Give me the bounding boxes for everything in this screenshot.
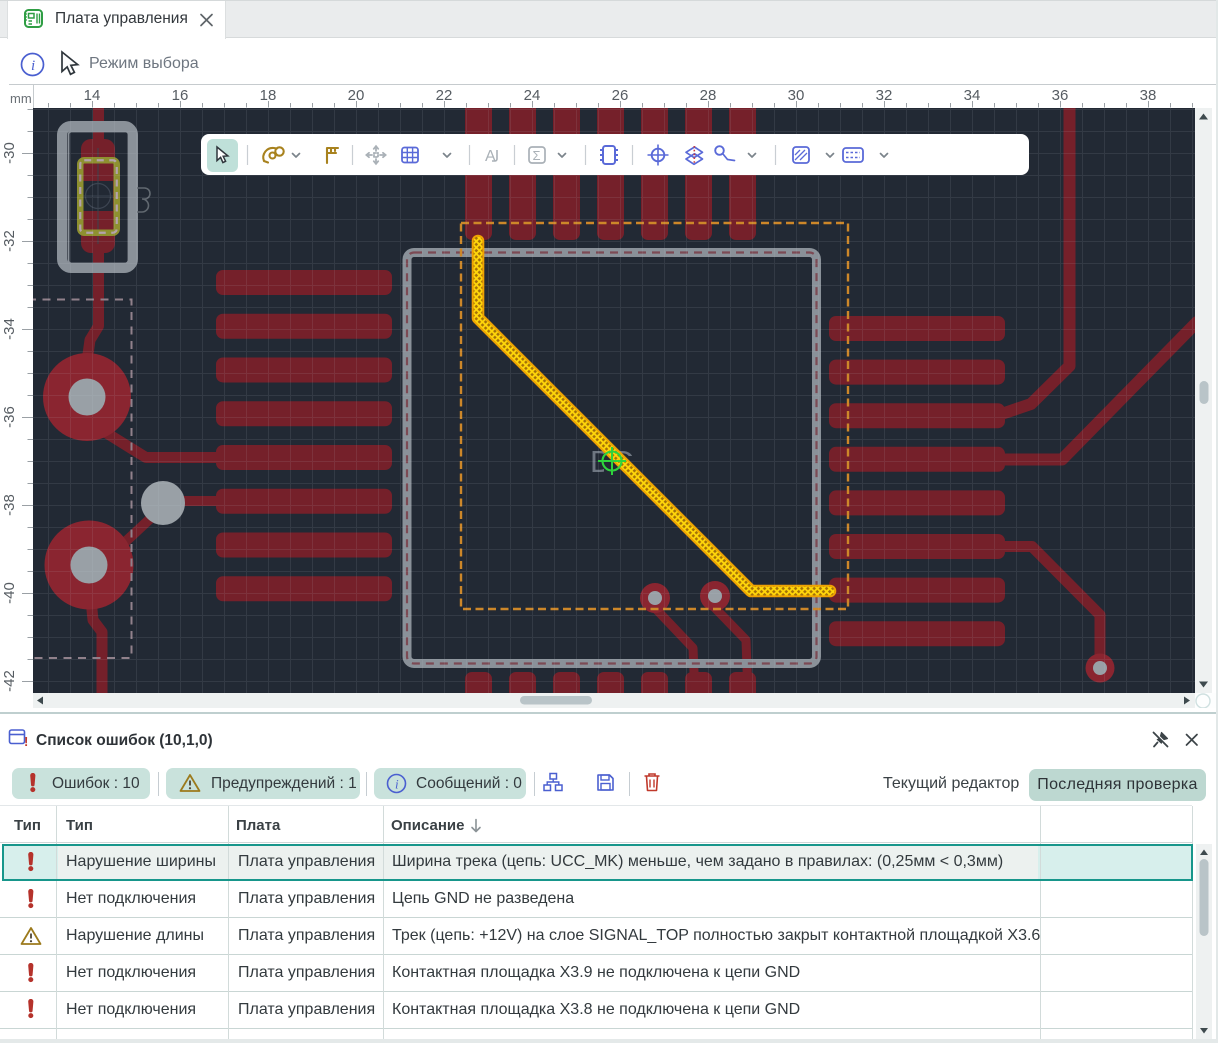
svg-text:A: A — [485, 148, 496, 165]
svg-text:i: i — [395, 776, 399, 791]
svg-text:24: 24 — [524, 87, 541, 104]
svg-text:38: 38 — [1140, 87, 1157, 104]
svg-text:30: 30 — [788, 87, 805, 104]
svg-text:-32: -32 — [1, 230, 18, 252]
svg-text:36: 36 — [1052, 87, 1069, 104]
svg-text:28: 28 — [700, 87, 717, 104]
svg-text:-36: -36 — [1, 406, 18, 428]
svg-text:-42: -42 — [1, 670, 18, 692]
svg-text:34: 34 — [964, 87, 981, 104]
svg-text:!: ! — [24, 734, 28, 749]
svg-text:18: 18 — [260, 87, 277, 104]
svg-text:Σ: Σ — [533, 148, 541, 163]
svg-text:20: 20 — [348, 87, 365, 104]
svg-text:22: 22 — [436, 87, 453, 104]
svg-text:14: 14 — [84, 87, 101, 104]
svg-text:i: i — [31, 58, 35, 74]
svg-text:-34: -34 — [1, 318, 18, 340]
svg-text:-30: -30 — [1, 142, 18, 164]
svg-text:-38: -38 — [1, 494, 18, 516]
svg-text:mm: mm — [10, 91, 32, 106]
svg-text:16: 16 — [172, 87, 189, 104]
svg-text:26: 26 — [612, 87, 629, 104]
svg-text:-40: -40 — [1, 582, 18, 604]
svg-text:32: 32 — [876, 87, 893, 104]
